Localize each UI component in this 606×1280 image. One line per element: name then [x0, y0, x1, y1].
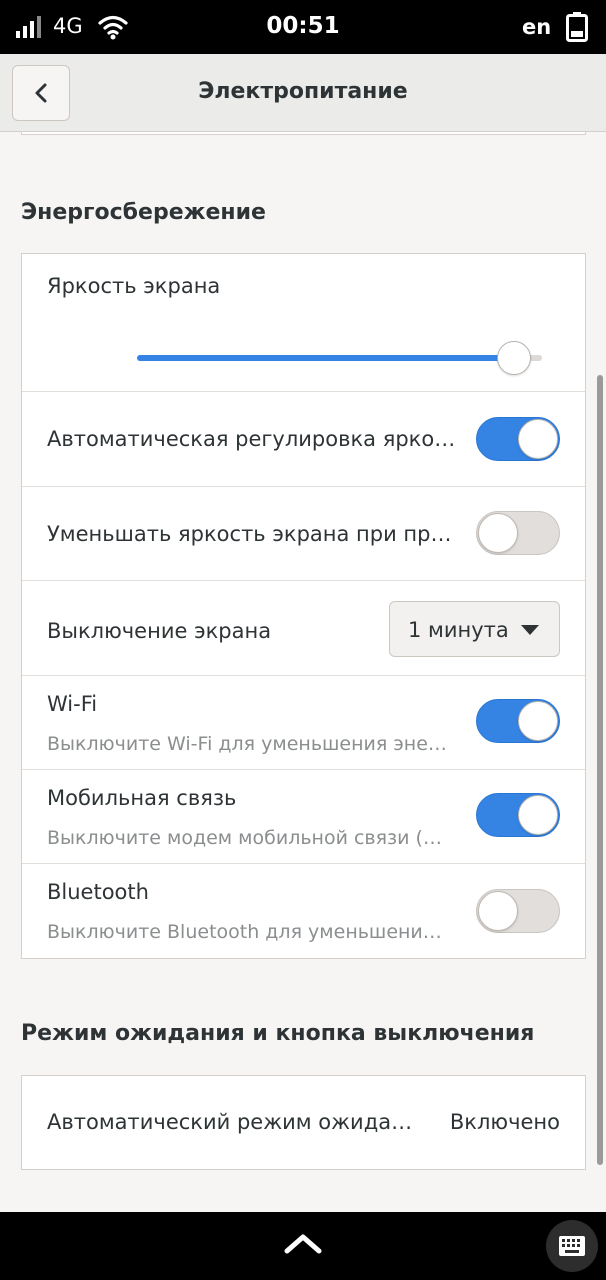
settings-content[interactable]: Энергосбережение Яркость экрана Автомати…	[0, 132, 606, 1212]
wifi-label: Wi-Fi	[47, 692, 98, 716]
bluetooth-subtitle: Выключите Bluetooth для уменьшения энерг…	[47, 921, 452, 943]
dropdown-selected-value: 1 минута	[408, 618, 509, 642]
section-title-power-saving: Энергосбережение	[21, 200, 266, 225]
scrollbar[interactable]	[597, 375, 603, 1165]
wifi-subtitle: Выключите Wi-Fi для уменьшения энергопот…	[47, 733, 452, 755]
wifi-row[interactable]: Wi-Fi Выключите Wi-Fi для уменьшения эне…	[22, 676, 585, 770]
chevron-up-icon[interactable]	[283, 1232, 323, 1256]
language-indicator[interactable]: en	[522, 15, 551, 39]
power-saving-card: Яркость экрана Автоматическая регулировк…	[21, 253, 586, 959]
screen-blank-row[interactable]: Выключение экрана 1 минута	[22, 581, 585, 676]
bluetooth-row[interactable]: Bluetooth Выключите Bluetooth для уменьш…	[22, 864, 585, 958]
screen-blank-label: Выключение экрана	[47, 619, 272, 643]
dim-screen-label: Уменьшать яркость экрана при простое	[47, 522, 457, 546]
previous-card-edge	[21, 132, 586, 135]
dim-screen-row[interactable]: Уменьшать яркость экрана при простое	[22, 487, 585, 581]
mobile-row[interactable]: Мобильная связь Выключите модем мобильно…	[22, 770, 585, 864]
clock: 00:51	[266, 13, 340, 39]
dropdown-arrow-icon	[521, 625, 539, 635]
auto-suspend-row[interactable]: Автоматический режим ожидания Включено	[22, 1076, 585, 1169]
auto-suspend-value: Включено	[449, 1110, 560, 1134]
header-bar: Электропитание	[0, 54, 606, 132]
brightness-slider[interactable]	[137, 340, 542, 376]
mobile-switch[interactable]	[476, 793, 560, 837]
switch-knob	[478, 513, 518, 553]
keyboard-button[interactable]	[546, 1220, 598, 1272]
bluetooth-switch[interactable]	[476, 889, 560, 933]
auto-suspend-label: Автоматический режим ожидания	[47, 1110, 422, 1134]
bluetooth-label: Bluetooth	[47, 880, 149, 904]
keyboard-icon	[559, 1236, 585, 1256]
brightness-row: Яркость экрана	[22, 254, 585, 392]
brightness-label: Яркость экрана	[47, 274, 221, 298]
battery-icon	[566, 12, 588, 42]
mobile-label: Мобильная связь	[47, 786, 237, 810]
dim-screen-switch[interactable]	[476, 511, 560, 555]
suspend-card: Автоматический режим ожидания Включено	[21, 1075, 586, 1170]
auto-brightness-switch[interactable]	[476, 417, 560, 461]
page-title: Электропитание	[198, 79, 408, 104]
switch-knob	[518, 701, 558, 741]
bottom-bar	[0, 1212, 606, 1280]
screen-blank-dropdown[interactable]: 1 минута	[389, 601, 560, 657]
switch-knob	[478, 891, 518, 931]
status-bar: 4G 00:51 en	[0, 0, 606, 54]
mobile-subtitle: Выключите модем мобильной связи (3G, 4G,…	[47, 827, 452, 849]
auto-brightness-label: Автоматическая регулировка яркости	[47, 427, 457, 451]
section-title-suspend: Режим ожидания и кнопка выключения	[21, 1021, 535, 1046]
switch-knob	[518, 795, 558, 835]
slider-fill	[137, 355, 514, 361]
wifi-switch[interactable]	[476, 699, 560, 743]
switch-knob	[518, 419, 558, 459]
auto-brightness-row[interactable]: Автоматическая регулировка яркости	[22, 392, 585, 487]
slider-handle[interactable]	[497, 341, 531, 375]
